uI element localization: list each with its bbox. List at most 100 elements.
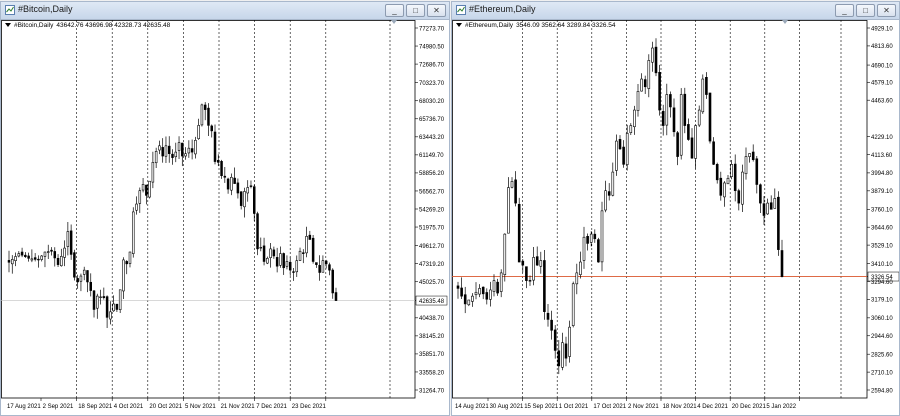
- y-tick-label: 74980.50: [419, 44, 445, 50]
- candle-body: [705, 77, 708, 95]
- y-tick-label: 49612.70: [419, 244, 445, 250]
- candle-body: [174, 151, 178, 158]
- candle-body: [607, 191, 611, 196]
- y-tick-label: 3644.60: [871, 225, 893, 231]
- candle-body: [217, 159, 220, 163]
- chart-area[interactable]: 4929.10 4813.60 4690.10 4579.10 4463.60 4229.…: [452, 20, 899, 415]
- candle-body: [207, 107, 210, 126]
- candle-body: [17, 253, 21, 257]
- candle-body: [546, 312, 550, 320]
- x-tick-label: 18 Sep 2021: [78, 404, 113, 410]
- candle-body: [633, 109, 636, 128]
- candle-body: [715, 164, 719, 181]
- candle-body: [640, 78, 643, 92]
- candle-body: [210, 125, 213, 132]
- ethereum-chart-window[interactable]: #Ethereum,Daily _ □ ✕ 4929.10 4813.60 4690…: [451, 1, 900, 416]
- y-tick-label: 4229.10: [871, 135, 893, 141]
- x-tick-label: 5 Nov 2021: [185, 404, 216, 410]
- chart-window-icon: [456, 5, 466, 15]
- candle-body: [253, 186, 256, 214]
- bitcoin-chart-window[interactable]: #Bitcoin,Daily _ □ ✕ 77273.70 74980.50 726…: [0, 1, 450, 416]
- candle-body: [230, 176, 233, 191]
- y-tick-label: 58856.20: [419, 171, 445, 177]
- y-tick-label: 4463.60: [871, 98, 893, 104]
- candle-body: [50, 249, 53, 252]
- candle-body: [741, 171, 744, 205]
- window-title: #Bitcoin,Daily: [18, 4, 73, 14]
- bitcoin-chart-svg[interactable]: 77273.70 74980.50 72686.70 70323.70 68030.20…: [1, 20, 449, 415]
- candle-body: [24, 254, 27, 258]
- close-button[interactable]: ✕: [877, 4, 896, 17]
- candle-body: [777, 196, 780, 250]
- candle-body: [690, 137, 694, 159]
- candle-body: [96, 295, 99, 309]
- x-tick-label: 5 Jan 2022: [766, 404, 796, 410]
- ohlc-values: 3546.09 3562.64 3289.84 3326.54: [516, 22, 616, 29]
- candle-body: [135, 203, 138, 211]
- candle-body: [321, 260, 325, 273]
- x-tick-label: 20 Dec 2021: [732, 404, 767, 410]
- minimize-button[interactable]: _: [835, 4, 854, 17]
- y-tick-label: 47319.20: [419, 262, 445, 268]
- candle-body: [318, 265, 321, 273]
- candle-body: [79, 275, 83, 282]
- candle-body: [597, 239, 600, 263]
- chart-area[interactable]: 77273.70 74980.50 72686.70 70323.70 68030.20…: [1, 20, 449, 415]
- dropdown-triangle-icon[interactable]: [5, 23, 11, 28]
- candle-body: [76, 278, 79, 283]
- y-tick-label: 2710.10: [871, 370, 893, 376]
- candle-body: [708, 92, 712, 142]
- candle-body: [683, 93, 687, 126]
- y-tick-label: 3179.10: [871, 298, 893, 304]
- chart-symbol: #Ethereum,Daily: [465, 22, 514, 29]
- candle-body: [589, 233, 593, 243]
- candle-body: [151, 162, 155, 183]
- maximize-button[interactable]: □: [406, 4, 425, 17]
- candle-body: [593, 233, 597, 240]
- candle-body: [496, 281, 499, 294]
- ethereum-chart-svg[interactable]: 4929.10 4813.60 4690.10 4579.10 4463.60 4229.…: [452, 20, 899, 415]
- candle-body: [223, 175, 227, 178]
- candle-body: [282, 253, 285, 269]
- x-tick-label: 23 Dec 2021: [292, 404, 327, 410]
- title-bar[interactable]: #Bitcoin,Daily _ □ ✕: [1, 2, 449, 20]
- candle-body: [759, 184, 762, 204]
- candle-body: [262, 245, 266, 262]
- candle-body: [582, 236, 586, 261]
- plot-frame: [1, 20, 416, 399]
- candle-body: [672, 107, 676, 133]
- candle-body: [43, 251, 47, 257]
- y-tick-label: 3760.10: [871, 208, 893, 214]
- y-tick-label: 2825.60: [871, 353, 893, 359]
- candle-body: [86, 270, 89, 283]
- close-button[interactable]: ✕: [427, 4, 446, 17]
- candle-body: [292, 271, 295, 273]
- candle-body: [521, 260, 525, 266]
- maximize-button[interactable]: □: [856, 4, 875, 17]
- candle-body: [226, 178, 230, 190]
- candle-body: [625, 133, 629, 165]
- candle-body: [161, 147, 164, 157]
- dropdown-triangle-icon[interactable]: [456, 23, 462, 28]
- candle-body: [99, 296, 102, 298]
- minimize-button[interactable]: _: [385, 4, 404, 17]
- candle-body: [773, 198, 777, 209]
- x-tick-label: 30 Aug 2021: [490, 404, 524, 410]
- candle-body: [481, 286, 485, 295]
- y-tick-label: 70323.70: [419, 81, 445, 87]
- candle-body: [236, 182, 240, 194]
- x-tick-label: 18 Nov 2021: [663, 404, 698, 410]
- candle-body: [489, 289, 492, 300]
- candle-body: [474, 291, 478, 296]
- candle-body: [158, 145, 161, 151]
- title-bar[interactable]: #Ethereum,Daily _ □ ✕: [452, 2, 899, 20]
- candle-body: [269, 248, 272, 258]
- candle-body: [503, 233, 507, 275]
- chart-info: #Bitcoin,Daily 43642.76 43696.98 42328.73…: [5, 22, 170, 29]
- candle-body: [30, 258, 34, 261]
- candle-body: [701, 78, 705, 113]
- candle-body: [579, 261, 582, 275]
- candle-body: [145, 184, 148, 196]
- y-tick-label: 4813.60: [871, 44, 893, 50]
- candle-body: [200, 104, 204, 126]
